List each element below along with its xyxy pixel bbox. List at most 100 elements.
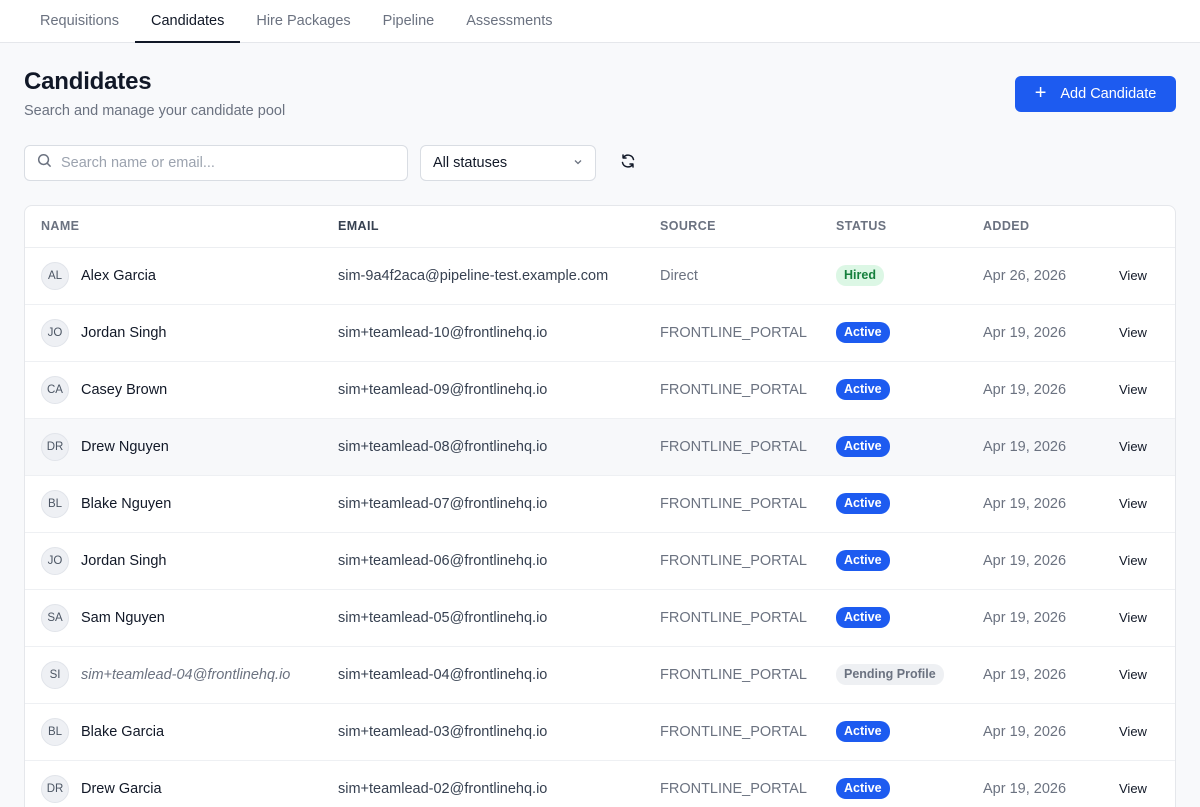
cell-status: Active bbox=[836, 703, 983, 761]
table-row[interactable]: DR Drew Garcia sim+teamlead-02@frontlinehq… bbox=[25, 760, 1175, 807]
view-link[interactable]: View bbox=[1119, 781, 1147, 796]
cell-source: FRONTLINE_PORTAL bbox=[660, 589, 836, 647]
page-subtitle: Search and manage your candidate pool bbox=[24, 103, 286, 119]
search-box bbox=[24, 145, 408, 181]
cell-action: View bbox=[1119, 589, 1175, 647]
cell-added: Apr 26, 2026 bbox=[983, 247, 1119, 305]
cell-source: FRONTLINE_PORTAL bbox=[660, 361, 836, 419]
avatar: DR bbox=[41, 432, 69, 461]
view-link[interactable]: View bbox=[1119, 439, 1147, 454]
status-badge: Active bbox=[836, 493, 890, 514]
cell-name: DR Drew Nguyen bbox=[25, 418, 338, 476]
candidate-name: Blake Nguyen bbox=[81, 495, 172, 512]
cell-added: Apr 19, 2026 bbox=[983, 703, 1119, 761]
candidate-name: Sam Nguyen bbox=[81, 609, 165, 626]
cell-action: View bbox=[1119, 418, 1175, 476]
cell-added: Apr 19, 2026 bbox=[983, 361, 1119, 419]
table-row[interactable]: SA Sam Nguyen sim+teamlead-05@frontlinehq.… bbox=[25, 589, 1175, 647]
status-filter-select[interactable]: All statuses bbox=[420, 145, 596, 181]
status-badge: Active bbox=[836, 721, 890, 742]
cell-email: sim+teamlead-02@frontlinehq.io bbox=[338, 760, 660, 807]
candidate-name: Jordan Singh bbox=[81, 552, 167, 569]
avatar: AL bbox=[41, 261, 69, 290]
table-row[interactable]: BL Blake Garcia sim+teamlead-03@frontlineh… bbox=[25, 703, 1175, 761]
add-candidate-label: Add Candidate bbox=[1060, 86, 1157, 102]
avatar: JO bbox=[41, 318, 69, 347]
avatar: JO bbox=[41, 546, 69, 575]
cell-name: DR Drew Garcia bbox=[25, 760, 338, 807]
tab-hire-packages[interactable]: Hire Packages bbox=[240, 0, 366, 42]
candidates-table: NAME EMAIL SOURCE STATUS ADDED AL Alex Ga… bbox=[25, 206, 1175, 807]
search-icon bbox=[37, 153, 52, 173]
cell-action: View bbox=[1119, 703, 1175, 761]
cell-name: BL Blake Garcia bbox=[25, 703, 338, 761]
cell-name: JO Jordan Singh bbox=[25, 304, 338, 362]
search-input[interactable] bbox=[61, 155, 381, 171]
view-link[interactable]: View bbox=[1119, 382, 1147, 397]
refresh-button[interactable] bbox=[612, 147, 644, 179]
top-nav: Requisitions Candidates Hire Packages Pipel… bbox=[0, 0, 1200, 43]
table-row[interactable]: DR Drew Nguyen sim+teamlead-08@frontlinehq… bbox=[25, 418, 1175, 476]
add-candidate-button[interactable]: + Add Candidate bbox=[1015, 76, 1176, 112]
cell-status: Active bbox=[836, 475, 983, 533]
tab-assessments[interactable]: Assessments bbox=[450, 0, 568, 42]
cell-action: View bbox=[1119, 760, 1175, 807]
cell-added: Apr 19, 2026 bbox=[983, 475, 1119, 533]
table-row[interactable]: JO Jordan Singh sim+teamlead-06@frontlineh… bbox=[25, 532, 1175, 590]
status-badge: Active bbox=[836, 607, 890, 628]
plus-icon: + bbox=[1034, 82, 1047, 104]
candidate-name: Alex Garcia bbox=[81, 267, 156, 284]
cell-name: BL Blake Nguyen bbox=[25, 475, 338, 533]
cell-action: View bbox=[1119, 304, 1175, 362]
tab-candidates[interactable]: Candidates bbox=[135, 0, 241, 43]
column-header-email[interactable]: EMAIL bbox=[338, 206, 660, 248]
cell-email: sim+teamlead-05@frontlinehq.io bbox=[338, 589, 660, 647]
cell-status: Pending Profile bbox=[836, 646, 983, 704]
view-link[interactable]: View bbox=[1119, 268, 1147, 283]
tab-pipeline[interactable]: Pipeline bbox=[367, 0, 451, 42]
view-link[interactable]: View bbox=[1119, 553, 1147, 568]
cell-source: FRONTLINE_PORTAL bbox=[660, 418, 836, 476]
candidate-name: Blake Garcia bbox=[81, 723, 165, 740]
column-header-source[interactable]: SOURCE bbox=[660, 206, 836, 248]
cell-email: sim-9a4f2aca@pipeline-test.example.com bbox=[338, 247, 660, 305]
status-badge: Pending Profile bbox=[836, 664, 944, 685]
page-header: Candidates Search and manage your candid… bbox=[24, 68, 285, 119]
cell-name: CA Casey Brown bbox=[25, 361, 338, 419]
cell-status: Active bbox=[836, 418, 983, 476]
avatar: SI bbox=[41, 660, 69, 689]
avatar: SA bbox=[41, 603, 69, 632]
cell-status: Active bbox=[836, 361, 983, 419]
cell-email: sim+teamlead-08@frontlinehq.io bbox=[338, 418, 660, 476]
cell-source: Direct bbox=[660, 247, 836, 305]
cell-email: sim+teamlead-04@frontlinehq.io bbox=[338, 646, 660, 704]
status-badge: Active bbox=[836, 379, 890, 400]
view-link[interactable]: View bbox=[1119, 496, 1147, 511]
status-badge: Hired bbox=[836, 265, 884, 286]
view-link[interactable]: View bbox=[1119, 325, 1147, 340]
column-header-status[interactable]: STATUS bbox=[836, 206, 983, 248]
table-row[interactable]: CA Casey Brown sim+teamlead-09@frontlinehq… bbox=[25, 361, 1175, 419]
table-row[interactable]: SI sim+teamlead-04@frontlinehq.io sim+team… bbox=[25, 646, 1175, 704]
view-link[interactable]: View bbox=[1119, 667, 1147, 682]
status-badge: Active bbox=[836, 550, 890, 571]
cell-status: Active bbox=[836, 532, 983, 590]
view-link[interactable]: View bbox=[1119, 724, 1147, 739]
refresh-icon bbox=[620, 153, 636, 174]
table-row[interactable]: BL Blake Nguyen sim+teamlead-07@frontlineh… bbox=[25, 475, 1175, 533]
column-header-added[interactable]: ADDED bbox=[983, 206, 1119, 248]
cell-source: FRONTLINE_PORTAL bbox=[660, 703, 836, 761]
table-header-row: NAME EMAIL SOURCE STATUS ADDED bbox=[25, 206, 1175, 248]
table-row[interactable]: JO Jordan Singh sim+teamlead-10@frontlineh… bbox=[25, 304, 1175, 362]
cell-source: FRONTLINE_PORTAL bbox=[660, 532, 836, 590]
view-link[interactable]: View bbox=[1119, 610, 1147, 625]
column-header-name[interactable]: NAME bbox=[25, 206, 338, 248]
table-row[interactable]: AL Alex Garcia sim-9a4f2aca@pipeline-test.… bbox=[25, 247, 1175, 305]
status-badge: Active bbox=[836, 436, 890, 457]
avatar: BL bbox=[41, 489, 69, 518]
cell-status: Active bbox=[836, 589, 983, 647]
cell-action: View bbox=[1119, 361, 1175, 419]
tab-requisitions[interactable]: Requisitions bbox=[24, 0, 135, 42]
candidate-name: Drew Garcia bbox=[81, 780, 162, 797]
cell-added: Apr 19, 2026 bbox=[983, 418, 1119, 476]
